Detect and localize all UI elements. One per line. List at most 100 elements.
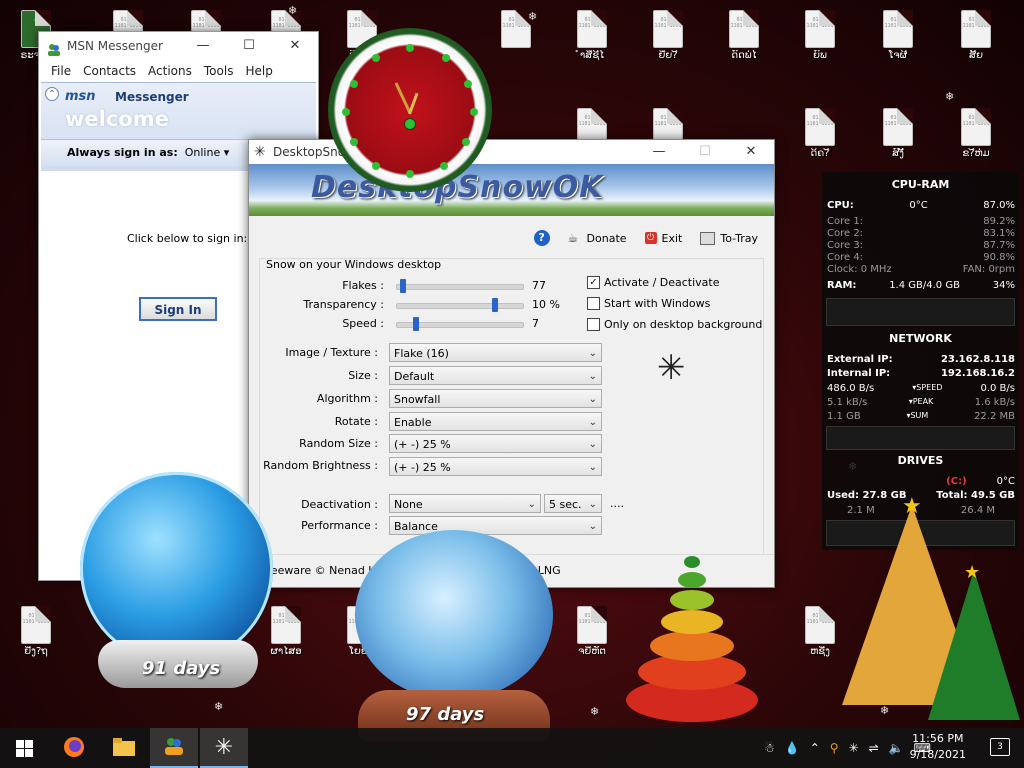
msn-title-bar[interactable]: MSN Messenger — ☐ ✕ [39,32,318,60]
taskbar-msn-messenger[interactable] [150,728,198,768]
show-hidden-icons-button[interactable]: ⌃ [810,741,820,755]
desktop-icon[interactable]: 01100 1101 1001 ຳສີ່ຊີໄ [556,4,628,72]
cpu-graph [826,298,1015,326]
slider-thumb[interactable] [412,317,419,331]
ram-percent: 34% [992,280,1015,291]
to-tray-label: To-Tray [720,231,758,245]
desktop-icon[interactable]: 01100 1101 1001 [480,4,552,72]
menu-actions[interactable]: Actions [142,60,198,82]
desktop-icon[interactable]: 01100 1101 1001 ດິຄ?ີ [784,102,856,170]
deactivation-select[interactable]: None ⌄ [389,494,541,513]
random-brightness-select[interactable]: (+ -) 25 % ⌄ [389,457,602,476]
slider-thumb[interactable] [492,298,499,312]
desktop-icon[interactable]: 01100 1101 1001 ສົງີ້ [862,102,934,170]
system-tray: ☃ 💧 ⌃ ⚲ ✳ ⇌ 🔈 ⌨ [764,728,931,768]
deactivation-label: Deactivation : [301,498,378,511]
chevron-down-icon: ⌄ [588,417,597,428]
taskbar-file-explorer[interactable] [100,728,148,768]
help-button[interactable]: ? [533,230,550,246]
minimize-button[interactable]: — [636,140,682,164]
drive-used: Used: 27.8 GB [827,490,907,501]
desktop-icon[interactable]: 01100 1101 1001 ໂຈຜີ [862,4,934,72]
folder-icon [113,737,135,759]
flakes-slider[interactable] [396,279,524,293]
donate-button[interactable]: ☕ Donate [568,232,627,245]
image-texture-select[interactable]: Flake (16) ⌄ [389,343,602,362]
size-select[interactable]: Default ⌄ [389,366,602,385]
rotate-select[interactable]: Enable ⌄ [389,412,602,431]
ram-row: RAM: 1.4 GB/4.0 GB 34% [827,280,1015,291]
deactivation-time-select[interactable]: 5 sec. ⌄ [544,494,602,513]
snowman-tray-icon[interactable]: ☃ [764,741,775,755]
ram-used: 1.4 GB/4.0 GB [889,280,960,291]
document-icon: 01100 1101 1001 [501,10,531,48]
volume-icon[interactable]: 🔈 [889,741,904,755]
power-icon: ⏻ [644,232,657,244]
notification-center-button[interactable]: 3 [990,738,1010,756]
checkbox-box[interactable]: ✓ [587,276,600,289]
clock-dot [440,162,448,170]
snowflake-icon: ❄ [528,10,538,23]
checkbox-box[interactable] [587,318,600,331]
core-name: Core 3: [827,240,864,251]
maximize-button[interactable]: ☐ [682,140,728,164]
slider-thumb[interactable] [400,279,407,293]
snowflake-preview-icon: ✳ [657,348,686,388]
external-ip-row: External IP: 23.162.8.118 [827,354,1015,365]
menu-help[interactable]: Help [239,60,278,82]
select-value: 5 sec. [549,498,582,511]
clock-dot [464,80,472,88]
search-icon[interactable]: ⚲ [830,741,839,755]
taskbar-firefox[interactable] [50,728,98,768]
desktop-icon[interactable]: 01100 1101 1001 ຍົພ [784,4,856,72]
taskbar-clock[interactable]: 11:56 PM 9/18/2021 [910,731,966,763]
star-icon: ★ [964,562,981,583]
left-globe-days: 91 days [142,658,221,679]
clock-dot [462,138,470,146]
deactivation-more-button[interactable]: .... [610,497,624,510]
desktop-icon[interactable]: 01100 1101 1001 ຂ?ີຫ່ມ [940,102,1012,170]
random-size-label: Random Size : [299,437,378,450]
close-button[interactable]: ✕ [272,32,318,60]
activate-checkbox[interactable]: ✓ Activate / Deactivate [587,276,720,289]
clock-minute-hand [394,82,411,113]
start-with-windows-checkbox[interactable]: Start with Windows [587,297,710,310]
drive-total: Total: 49.5 GB [936,490,1015,501]
performance-select[interactable]: Balance ⌄ [389,516,602,535]
network-icon[interactable]: ⇌ [869,741,879,755]
exit-button[interactable]: ⏻ Exit [644,232,682,245]
maximize-button[interactable]: ☐ [226,32,272,60]
speed-slider[interactable] [396,317,524,331]
core-row: Core 2: 83.1% [827,228,1015,239]
spiral-christmas-tree [626,556,758,722]
menu-file[interactable]: File [45,60,77,82]
desktop-icon[interactable]: 01100 1101 1001 ຍີ່ງ?ຖ [0,600,72,668]
desktop-icon[interactable]: 01100 1101 1001 ດົດພ່ໄ [708,4,780,72]
algorithm-select[interactable]: Snowfall ⌄ [389,389,602,408]
desktop-icon[interactable]: 01100 1101 1001 ສີ້ຍ [940,4,1012,72]
fan-speed: FAN: 0rpm [962,264,1015,275]
status-dropdown[interactable]: Online ▾ [181,146,230,159]
speed-out: 0.0 B/s [980,383,1015,394]
taskbar-desktopsnowok[interactable]: ✳ [200,728,248,768]
sign-in-button[interactable]: Sign In [139,297,217,321]
desktop-icon[interactable]: 01100 1101 1001 ຍີ່ຍ?ີ [632,4,704,72]
transparency-slider[interactable] [396,298,524,312]
drive-letter: (C:) [946,476,967,487]
checkbox-box[interactable] [587,297,600,310]
minimize-button[interactable]: — [180,32,226,60]
close-button[interactable]: ✕ [728,140,774,164]
to-tray-button[interactable]: To-Tray [700,231,758,245]
menu-tools[interactable]: Tools [198,60,240,82]
only-desktop-checkbox[interactable]: Only on desktop background [587,318,762,331]
clock-dot [470,108,478,116]
peak-in: 5.1 kB/s [827,397,868,408]
dso-title-bar[interactable]: ✳ DesktopSnowOK — ☐ ✕ [249,140,774,164]
clock-dot [350,138,358,146]
random-size-select[interactable]: (+ -) 25 % ⌄ [389,434,602,453]
snowflake-tray-icon[interactable]: ✳ [849,741,859,755]
collapse-icon[interactable]: ⌃ [45,87,59,101]
start-button[interactable] [0,728,48,768]
water-drop-tray-icon[interactable]: 💧 [785,741,800,755]
menu-contacts[interactable]: Contacts [77,60,142,82]
